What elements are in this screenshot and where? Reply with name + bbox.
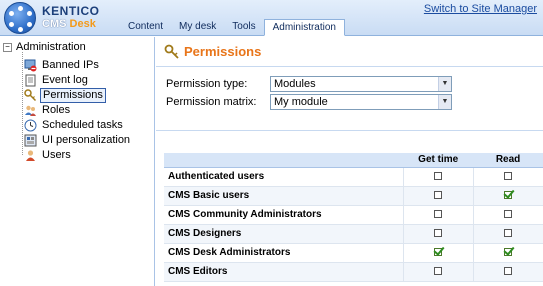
permission-type-row: Permission type: Modules ▼ xyxy=(166,76,452,92)
permission-matrix-table: Get time Read Authenticated users CMS Bas… xyxy=(164,153,543,282)
tree-connector-line xyxy=(22,52,23,155)
get-time-checkbox[interactable] xyxy=(434,172,443,181)
tree-item-label: Banned IPs xyxy=(42,58,99,71)
users-icon xyxy=(24,149,37,162)
tree-root-label: Administration xyxy=(16,41,86,53)
read-cell xyxy=(472,262,543,282)
table-row: CMS Basic users xyxy=(164,186,543,206)
section-divider xyxy=(156,130,543,131)
table-row: CMS Desk Administrators xyxy=(164,243,543,263)
read-checkbox[interactable] xyxy=(504,267,513,276)
chevron-down-icon[interactable]: ▼ xyxy=(438,95,451,109)
logo-cms-text: CMS xyxy=(42,18,67,30)
table-row: CMS Editors xyxy=(164,262,543,282)
ui-personalization-icon xyxy=(24,134,37,147)
column-header-get-time: Get time xyxy=(403,153,474,168)
logo-desk-text: Desk xyxy=(69,18,96,30)
permissions-key-icon xyxy=(164,44,180,60)
role-name-cell: CMS Basic users xyxy=(164,186,404,206)
get-time-checkbox[interactable] xyxy=(434,210,443,219)
get-time-checkbox[interactable] xyxy=(434,191,443,200)
read-checkbox[interactable] xyxy=(504,191,513,200)
event-log-icon xyxy=(24,74,37,87)
read-cell xyxy=(472,243,543,263)
tree-root-administration[interactable]: − Administration xyxy=(3,41,86,53)
get-time-cell xyxy=(402,224,474,244)
role-name-cell: CMS Desk Administrators xyxy=(164,243,404,263)
tree-item-users[interactable]: Users xyxy=(24,148,73,162)
tree-item-scheduled-tasks[interactable]: Scheduled tasks xyxy=(24,118,125,132)
main-content: Permissions Permission type: Modules ▼ P… xyxy=(156,37,543,286)
tab-my-desk[interactable]: My desk xyxy=(171,19,224,36)
scheduled-tasks-icon xyxy=(24,119,37,132)
permission-type-label: Permission type: xyxy=(166,78,248,90)
column-header-read: Read xyxy=(473,153,543,168)
permission-matrix-row: Permission matrix: My module ▼ xyxy=(166,94,452,110)
page-title: Permissions xyxy=(184,44,262,59)
get-time-checkbox[interactable] xyxy=(434,267,443,276)
table-row: CMS Designers xyxy=(164,224,543,244)
collapse-icon[interactable]: − xyxy=(3,42,12,52)
tree-item-label: Roles xyxy=(42,103,71,116)
get-time-checkbox[interactable] xyxy=(434,229,443,238)
roles-icon xyxy=(24,104,37,117)
table-header-row: Get time Read xyxy=(164,153,543,168)
role-name-cell: CMS Designers xyxy=(164,224,404,244)
page-title-bar: Permissions xyxy=(156,37,543,67)
table-row: CMS Community Administrators xyxy=(164,205,543,225)
switch-to-site-manager-link[interactable]: Switch to Site Manager xyxy=(424,3,537,15)
permission-type-value: Modules xyxy=(274,78,316,90)
tree-item-label: Scheduled tasks xyxy=(42,118,123,131)
get-time-cell xyxy=(402,186,474,206)
tree-item-ui-personalization[interactable]: UI personalization xyxy=(24,133,132,147)
logo-kentico-text: KENTICO xyxy=(42,4,100,18)
permission-type-select[interactable]: Modules ▼ xyxy=(270,76,452,92)
tab-content[interactable]: Content xyxy=(120,19,171,36)
permission-matrix-select[interactable]: My module ▼ xyxy=(270,94,452,110)
read-cell xyxy=(472,224,543,244)
get-time-cell xyxy=(402,167,474,187)
permissions-key-icon xyxy=(24,88,37,102)
admin-tree-panel: − Administration Banned IPs Event log Pe… xyxy=(0,37,155,286)
role-name-cell: CMS Editors xyxy=(164,262,404,282)
get-time-cell xyxy=(402,243,474,263)
permission-matrix-value: My module xyxy=(274,96,328,108)
permission-table-body: Authenticated users CMS Basic users CMS Co… xyxy=(164,167,543,282)
tree-item-label: Event log xyxy=(42,73,88,86)
get-time-cell xyxy=(402,205,474,225)
tree-item-label: Permissions xyxy=(40,87,106,103)
top-header: KENTICO CMS Desk Switch to Site Manager … xyxy=(0,0,543,36)
tree-item-banned-ips[interactable]: Banned IPs xyxy=(24,58,101,72)
get-time-checkbox[interactable] xyxy=(434,248,443,257)
tree-item-label: UI personalization xyxy=(42,133,131,146)
read-cell xyxy=(472,186,543,206)
banned-ips-icon xyxy=(24,59,37,72)
kentico-logo-icon xyxy=(4,2,36,34)
permission-matrix-label: Permission matrix: xyxy=(166,96,257,108)
tree-item-event-log[interactable]: Event log xyxy=(24,73,90,87)
read-cell xyxy=(472,205,543,225)
read-checkbox[interactable] xyxy=(504,229,513,238)
main-tabs: Content My desk Tools Administration xyxy=(120,19,345,36)
read-cell xyxy=(472,167,543,187)
get-time-cell xyxy=(402,262,474,282)
column-header-role xyxy=(164,153,404,168)
read-checkbox[interactable] xyxy=(504,210,513,219)
tree-item-permissions[interactable]: Permissions xyxy=(24,87,106,103)
chevron-down-icon[interactable]: ▼ xyxy=(438,77,451,91)
tree-item-label: Users xyxy=(42,148,71,161)
tab-tools[interactable]: Tools xyxy=(224,19,263,36)
role-name-cell: Authenticated users xyxy=(164,167,404,187)
read-checkbox[interactable] xyxy=(504,172,513,181)
tab-administration[interactable]: Administration xyxy=(263,19,345,36)
table-row: Authenticated users xyxy=(164,167,543,187)
logo-product-text: CMS Desk xyxy=(42,18,96,30)
tree-item-roles[interactable]: Roles xyxy=(24,103,72,117)
role-name-cell: CMS Community Administrators xyxy=(164,205,404,225)
read-checkbox[interactable] xyxy=(504,248,513,257)
